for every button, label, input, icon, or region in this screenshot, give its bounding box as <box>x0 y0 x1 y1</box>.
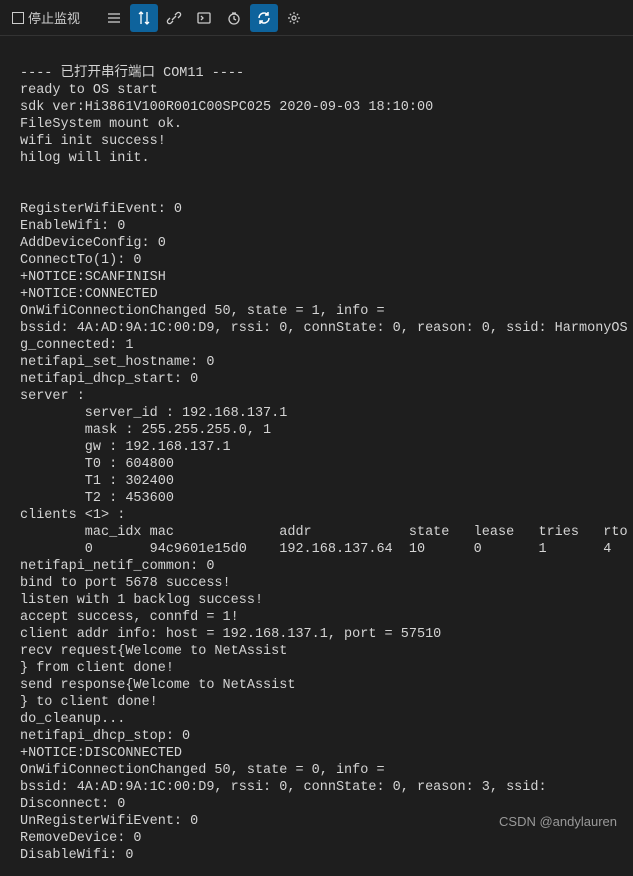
stop-icon <box>12 12 24 24</box>
terminal-output[interactable]: ---- 已打开串行端口 COM11 ---- ready to OS star… <box>0 36 633 876</box>
toolbar: 停止监视 <box>0 0 633 36</box>
watermark: CSDN @andylauren <box>499 814 617 829</box>
stop-monitor-button[interactable]: 停止监视 <box>4 4 88 31</box>
gear-icon[interactable] <box>280 4 308 32</box>
toggle-icon[interactable] <box>130 4 158 32</box>
link-icon[interactable] <box>160 4 188 32</box>
clock-icon[interactable] <box>220 4 248 32</box>
list-icon[interactable] <box>100 4 128 32</box>
refresh-icon[interactable] <box>250 4 278 32</box>
stop-label: 停止监视 <box>28 8 80 27</box>
execute-icon[interactable] <box>190 4 218 32</box>
